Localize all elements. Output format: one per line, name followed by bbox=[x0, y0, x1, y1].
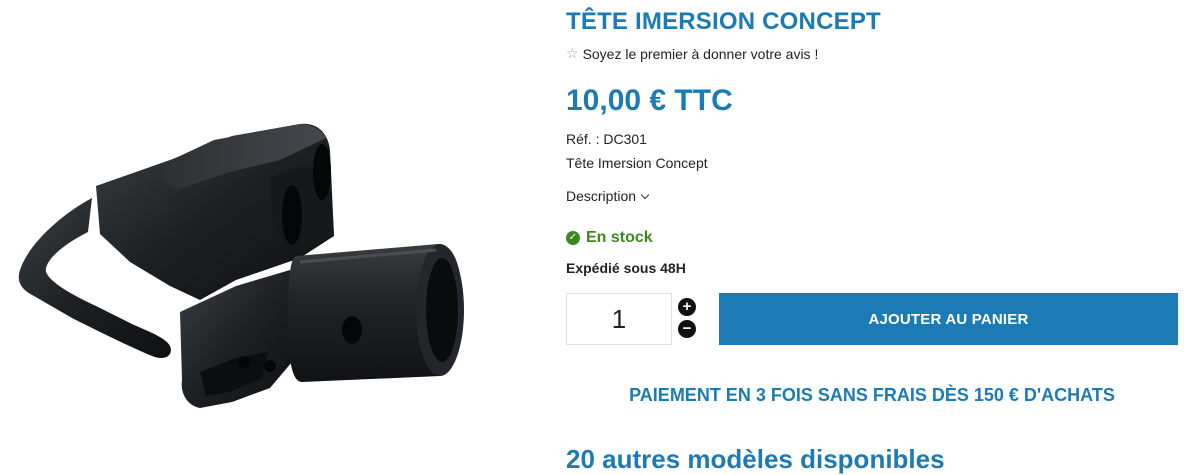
star-outline-icon: ☆ bbox=[566, 45, 579, 61]
check-circle-icon: ✓ bbox=[566, 231, 580, 245]
other-models-heading[interactable]: 20 autres modèles disponibles bbox=[566, 444, 945, 475]
product-short-description: Tête Imersion Concept bbox=[566, 155, 708, 171]
description-label: Description bbox=[566, 188, 637, 204]
rating-link[interactable]: Soyez le premier à donner votre avis ! bbox=[583, 46, 819, 62]
minus-circle-icon[interactable]: − bbox=[678, 320, 696, 338]
product-image bbox=[0, 0, 540, 474]
description-toggle[interactable]: Description bbox=[566, 188, 650, 204]
stock-status: ✓ En stock bbox=[566, 229, 653, 247]
rating-row[interactable]: ☆ Soyez le premier à donner votre avis ! bbox=[566, 45, 818, 62]
payment-banner: PAIEMENT EN 3 FOIS SANS FRAIS DÈS 150 € … bbox=[629, 385, 1115, 405]
quantity-input[interactable]: 1 bbox=[566, 293, 672, 345]
shipping-info: Expédié sous 48H bbox=[566, 260, 686, 276]
stock-label: En stock bbox=[586, 229, 653, 246]
chevron-down-icon bbox=[640, 190, 650, 199]
add-to-cart-button[interactable]: AJOUTER AU PANIER bbox=[719, 293, 1178, 345]
product-price: 10,00 € TTC bbox=[566, 84, 733, 117]
speargun-head-illustration bbox=[18, 123, 464, 408]
product-title: TÊTE IMERSION CONCEPT bbox=[566, 8, 881, 35]
plus-circle-icon[interactable]: + bbox=[678, 298, 696, 316]
product-reference: Réf. : DC301 bbox=[566, 131, 647, 147]
